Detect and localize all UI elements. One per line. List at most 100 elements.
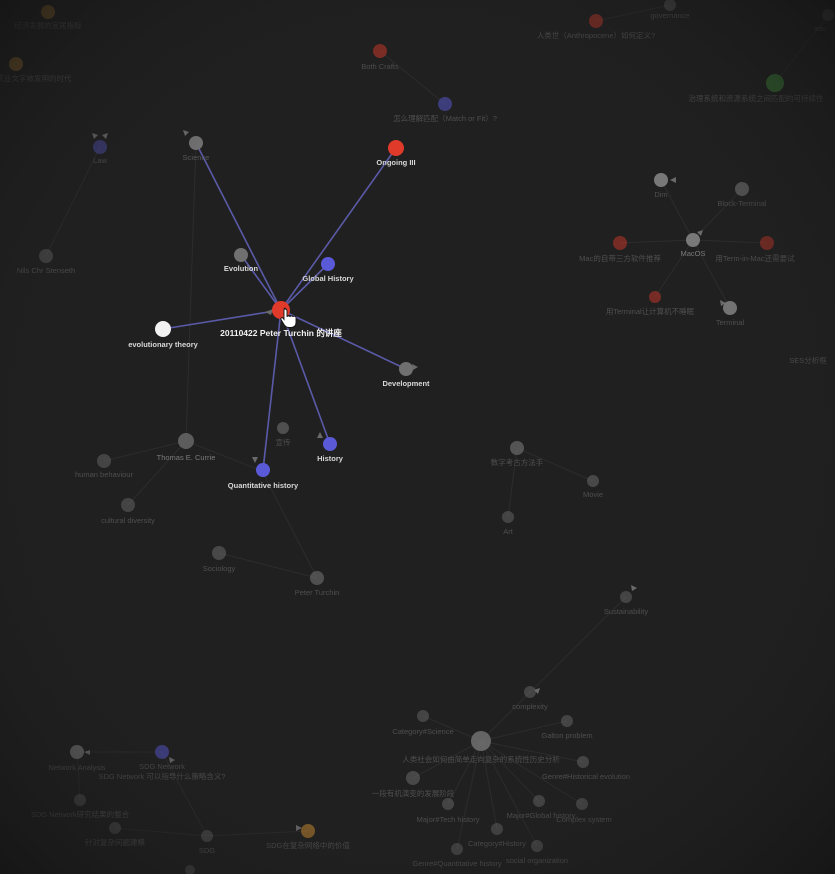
node-label: Galton problem [541, 731, 592, 740]
node-label: 人类社会如何由简单走向复杂的系统性历史分析 [402, 754, 560, 764]
node-label: 用Terminal让计算机不睡眠 [606, 306, 695, 316]
node[interactable]: Ongoing III [376, 140, 416, 167]
node-label: SDG Network [139, 762, 185, 771]
node[interactable]: 一段有机演变的发展阶段 [372, 771, 455, 798]
node-label: Complex system [556, 815, 611, 824]
node[interactable] [185, 865, 195, 874]
node-label: Quantitative history [228, 481, 299, 490]
node-label: 人类世（Anthropocene）如何定义? [537, 30, 655, 40]
node-label: Thomas E. Currie [157, 453, 216, 462]
node[interactable]: Law [93, 140, 107, 165]
node-label: Both Crafts [361, 62, 399, 71]
graph-view[interactable]: 经济发展的宜居指标 governance adv 人类世（Anthropocen… [0, 0, 835, 874]
node[interactable]: 人类世（Anthropocene）如何定义? [537, 14, 655, 40]
node-label: Block-Terminal [717, 199, 767, 208]
node[interactable]: SDG [199, 830, 215, 855]
node-label: Art [503, 527, 514, 536]
node[interactable]: 用Terminal让计算机不睡眠 [606, 291, 695, 316]
node-label: Genre#Historical evolution [542, 772, 630, 781]
graph-nodes: 经济发展的宜居指标 governance adv 人类世（Anthropocen… [0, 0, 834, 874]
node-label: Genre#Quantitative history [412, 859, 501, 868]
node[interactable]: cultural diversity [101, 498, 155, 525]
node-label: Science [183, 153, 210, 162]
node-label: SES分析框 [789, 355, 827, 365]
node[interactable]: Development [382, 362, 430, 388]
node[interactable]: 宣传 [276, 422, 291, 447]
edge-arrows [84, 130, 726, 831]
node[interactable]: Category#Science [392, 710, 454, 736]
node-label: 农业文字被发明的时代 [0, 73, 72, 83]
node[interactable]: 针对复杂问题建模 [85, 822, 145, 847]
node[interactable]: Peter Turchin [295, 571, 340, 597]
node-label: 怎么理解匹配（Match or Fit）? [393, 113, 497, 123]
node[interactable]: Mac的自带三方软件推荐 [579, 236, 661, 263]
node-label: adv [814, 24, 826, 33]
node[interactable]: Network Analysis [48, 745, 106, 772]
node[interactable]: Evolution [224, 248, 259, 273]
node-label: Major#Tech history [417, 815, 480, 824]
node-label: evolutionary theory [128, 340, 198, 349]
node-label: complexity [512, 702, 548, 711]
node-label-focus: 20110422 Peter Turchin 的讲座 [220, 328, 342, 338]
node-label: Global History [302, 274, 354, 283]
node[interactable]: Sociology [203, 546, 236, 573]
node-label: Ongoing III [376, 158, 415, 167]
background-edges [45, 4, 829, 850]
node[interactable]: governance [650, 0, 690, 20]
node[interactable]: Major#Tech history [417, 798, 480, 824]
node-label: Network Analysis [48, 763, 105, 772]
node[interactable]: Quantitative history [228, 463, 299, 490]
node-label: Evolution [224, 264, 259, 273]
node[interactable]: 农业文字被发明的时代 [0, 57, 72, 83]
node-label: Law [93, 156, 107, 165]
node[interactable]: 怎么理解匹配（Match or Fit）? [393, 97, 497, 123]
node[interactable]: Movie [583, 475, 603, 499]
node[interactable]: 用Term-in-Mac还需要试 [715, 236, 795, 263]
node[interactable]: Sustainability [604, 591, 648, 616]
node-label: 一段有机演变的发展阶段 [372, 788, 455, 798]
node[interactable]: SDG在复杂网络中的价值 [266, 824, 350, 850]
node-label: Nils Chr Stenseth [17, 266, 75, 275]
node-label: 宣传 [276, 437, 291, 447]
node[interactable]: 治理系统和资源系统之间匹配的可持续性 [689, 74, 824, 103]
node[interactable]: SDG NetworkSDG Network 可以指导什么策略含义? [98, 745, 226, 781]
node-label: 用Term-in-Mac还需要试 [715, 253, 795, 263]
node[interactable]: Nils Chr Stenseth [17, 249, 75, 275]
node-label: 治理系统和资源系统之间匹配的可持续性 [689, 93, 824, 103]
node-label: Sociology [203, 564, 236, 573]
node-label: Movie [583, 490, 603, 499]
node-label: Terminal [716, 318, 745, 327]
node[interactable]: Thomas E. Currie [157, 433, 216, 462]
node-label: social organization [506, 856, 568, 865]
node[interactable]: Terminal [716, 301, 745, 327]
node: SES分析框 [789, 355, 827, 365]
node[interactable]: human behaviour [75, 454, 133, 479]
node[interactable]: Both Crafts [361, 44, 399, 71]
node-label: governance [650, 11, 689, 20]
node[interactable]: Category#History [468, 823, 526, 848]
node[interactable]: History [317, 437, 344, 463]
node-label: cultural diversity [101, 516, 155, 525]
node[interactable]: 数字考古方法手 [491, 441, 544, 467]
node[interactable]: MacOS [680, 233, 706, 258]
node-label: History [317, 454, 344, 463]
node-label: Development [382, 379, 430, 388]
node[interactable]: SDG Network研究结果的整合 [31, 794, 130, 819]
node[interactable]: Art [502, 511, 514, 536]
node-label: SDG在复杂网络中的价值 [266, 840, 350, 850]
node-label: 针对复杂问题建模 [85, 837, 145, 847]
node-label: Category#Science [392, 727, 453, 736]
node-label: human behaviour [75, 470, 133, 479]
node-label: Category#History [468, 839, 526, 848]
node[interactable]: Galton problem [541, 715, 593, 740]
node[interactable]: adv [814, 9, 834, 33]
node-label: Mac的自带三方软件推荐 [579, 253, 661, 263]
node[interactable]: Science [183, 136, 210, 162]
node[interactable]: 经济发展的宜居指标 [14, 5, 82, 30]
node-label: Peter Turchin [295, 588, 340, 597]
node[interactable]: complexity [512, 686, 548, 711]
node[interactable]: Dim [654, 173, 668, 199]
node-label: Dim [654, 190, 667, 199]
node[interactable]: Block-Terminal [717, 182, 767, 208]
node-label: SDG [199, 846, 215, 855]
